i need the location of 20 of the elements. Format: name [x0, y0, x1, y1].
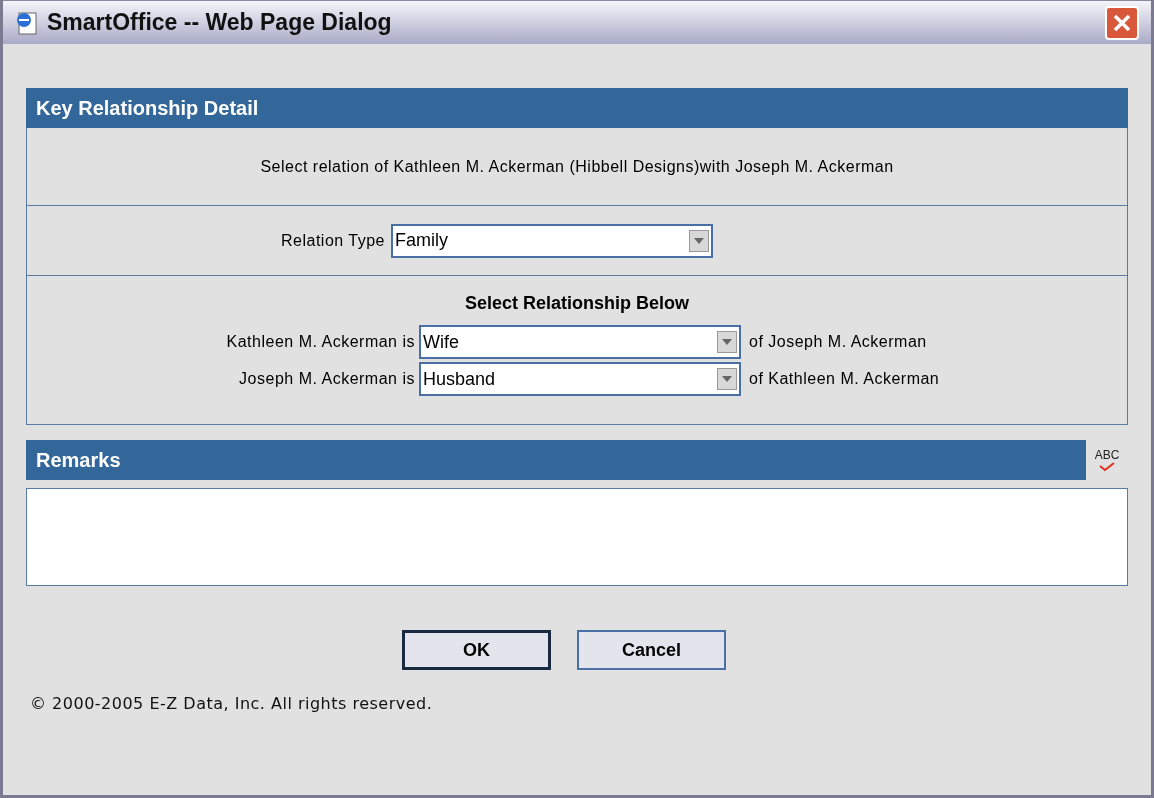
- field-suffix: of Kathleen M. Ackerman: [749, 369, 940, 389]
- dropdown[interactable]: Family: [391, 223, 713, 258]
- field-label: Joseph M. Ackerman is: [238, 369, 416, 389]
- dialog-button[interactable]: Cancel: [577, 630, 726, 670]
- dropdown[interactable]: Husband: [419, 362, 741, 396]
- section-subtitle: Select Relationship Below: [464, 292, 690, 315]
- close-button[interactable]: [1105, 5, 1139, 40]
- dropdown[interactable]: Wife: [419, 325, 741, 359]
- dialog-button[interactable]: OK: [402, 630, 551, 670]
- field-label: Relation Type: [280, 230, 385, 251]
- browser-icon: [15, 9, 39, 36]
- section-header: Key Relationship Detail: [26, 88, 1128, 128]
- copyright-text: © 2000-2005 E-Z Data, Inc. All rights reserved.: [30, 693, 434, 715]
- field-label: Kathleen M. Ackerman is: [225, 332, 416, 352]
- remarks-field[interactable]: [26, 488, 1128, 586]
- field-suffix: of Joseph M. Ackerman: [749, 332, 927, 352]
- instruction-text: Select relation of Kathleen M. Ackerman (Hibbell Designs)with Joseph M. Ackerman: [27, 128, 1127, 206]
- close-icon: [1112, 12, 1132, 33]
- section-header: Remarks: [26, 440, 1086, 480]
- window-title: SmartOffice -- Web Page Dialog: [47, 8, 392, 38]
